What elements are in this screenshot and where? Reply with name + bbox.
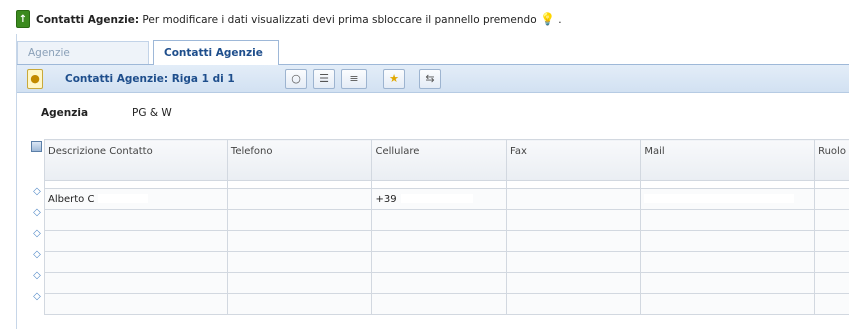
redaction [644, 194, 795, 203]
info-bar: ↑ Contatti Agenzie: Per modificare i dat… [16, 8, 828, 30]
header-row: Descrizione Contatto Telefono Cellulare … [44, 139, 849, 181]
tab-agenzie[interactable]: Agenzie [17, 41, 149, 64]
redaction [98, 194, 149, 203]
cell[interactable] [506, 293, 642, 315]
shuffle-button[interactable]: ⇆ [419, 68, 441, 89]
cell[interactable] [371, 230, 508, 252]
view-button[interactable]: ≡ [341, 68, 367, 89]
cell-telefono[interactable] [226, 188, 373, 210]
col-mail[interactable]: Mail [640, 139, 816, 181]
toolbar-title: Contatti Agenzie: Riga 1 di 1 [65, 72, 235, 85]
cell[interactable] [226, 293, 373, 315]
redaction [400, 194, 473, 203]
cell-descrizione[interactable]: Alberto C [44, 188, 228, 210]
tab-contatti-agenzie[interactable]: Contatti Agenzie [153, 40, 279, 65]
cell[interactable] [640, 251, 816, 273]
table-row[interactable] [44, 230, 849, 252]
table-row[interactable] [44, 209, 849, 231]
grid-table: Descrizione Contatto Telefono Cellulare … [44, 139, 849, 315]
cell[interactable] [226, 251, 373, 273]
cell[interactable] [506, 230, 642, 252]
col-descrizione[interactable]: Descrizione Contatto [44, 139, 228, 181]
table-row[interactable]: Alberto C +39 [44, 188, 849, 210]
table-row[interactable] [44, 293, 849, 315]
cell[interactable] [371, 272, 508, 294]
cell[interactable] [44, 272, 228, 294]
cell[interactable] [814, 293, 849, 315]
info-text: Per modificare i dati visualizzati devi … [142, 14, 537, 26]
info-trailing: . [558, 14, 562, 26]
contact-name: Alberto C [48, 193, 95, 205]
agency-info: Agenzia PG & W [41, 107, 172, 119]
cell[interactable] [640, 209, 816, 231]
cell-cellulare[interactable]: +39 [371, 188, 508, 210]
bulb-button[interactable]: ○ [285, 68, 307, 89]
cell[interactable] [226, 272, 373, 294]
cell[interactable] [640, 272, 816, 294]
cell[interactable] [226, 209, 373, 231]
cell[interactable] [814, 272, 849, 294]
cell-ruolo[interactable] [814, 188, 849, 210]
unlock-bulb-button[interactable]: ● [27, 68, 43, 89]
info-message: Contatti Agenzie: Per modificare i dati … [36, 12, 562, 26]
cell[interactable] [506, 251, 642, 273]
info-title: Contatti Agenzie: [36, 14, 140, 26]
cell[interactable] [640, 293, 816, 315]
bulb-icon: 💡 [539, 12, 555, 26]
agency-value: PG & W [132, 107, 172, 119]
row-selector-icon[interactable]: ◇ [32, 187, 42, 197]
row-selector-icon[interactable]: ◇ [32, 292, 42, 302]
agency-label: Agenzia [41, 107, 89, 119]
row-selector-icon[interactable]: ◇ [32, 229, 42, 239]
row-selector-icon[interactable]: ◇ [32, 208, 42, 218]
cell[interactable] [814, 230, 849, 252]
list-button[interactable]: ☰ [313, 68, 335, 89]
table-row[interactable] [44, 251, 849, 273]
cell-fax[interactable] [506, 188, 642, 210]
header-spacer [44, 180, 849, 189]
select-all-checkbox[interactable] [31, 141, 42, 152]
cell[interactable] [44, 230, 228, 252]
cell[interactable] [226, 230, 373, 252]
cell[interactable] [44, 251, 228, 273]
cell[interactable] [44, 209, 228, 231]
cell[interactable] [371, 251, 508, 273]
tab-strip: Agenzie Contatti Agenzie [17, 38, 849, 65]
cell[interactable] [814, 209, 849, 231]
mobile-number: +39 [375, 193, 397, 205]
col-ruolo[interactable]: Ruolo [814, 139, 849, 181]
cell[interactable] [371, 209, 508, 231]
cell[interactable] [44, 293, 228, 315]
cell[interactable] [506, 272, 642, 294]
table-row[interactable] [44, 272, 849, 294]
col-cellulare[interactable]: Cellulare [371, 139, 508, 181]
col-telefono[interactable]: Telefono [226, 139, 373, 181]
cell[interactable] [640, 230, 816, 252]
col-fax[interactable]: Fax [506, 139, 642, 181]
cell[interactable] [371, 293, 508, 315]
cell[interactable] [814, 251, 849, 273]
cell[interactable] [506, 209, 642, 231]
row-selector-icon[interactable]: ◇ [32, 271, 42, 281]
toolbar: ● Contatti Agenzie: Riga 1 di 1 ○ ☰ ≡ ★ … [17, 65, 849, 93]
lock-icon[interactable]: ↑ [16, 10, 30, 28]
favorite-button[interactable]: ★ [383, 68, 405, 89]
contacts-panel: Agenzie Contatti Agenzie ● Contatti Agen… [16, 34, 849, 329]
row-selector-icon[interactable]: ◇ [32, 250, 42, 260]
cell-mail[interactable] [640, 188, 816, 210]
